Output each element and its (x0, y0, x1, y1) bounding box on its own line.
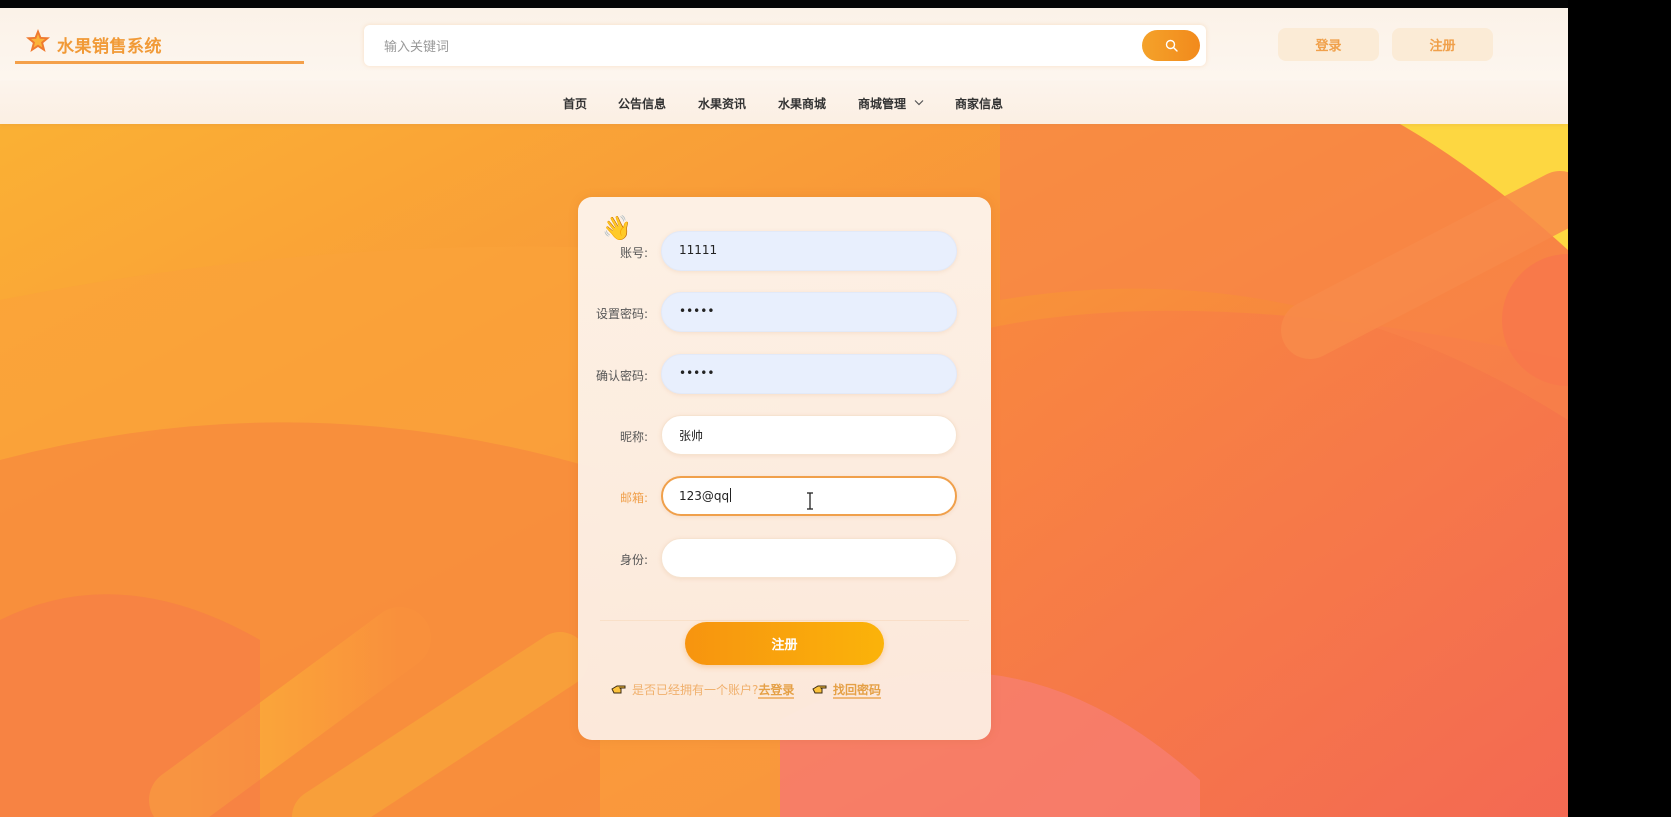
identity-select[interactable] (661, 538, 957, 578)
account-field[interactable]: 11111 (661, 231, 957, 271)
confirm-password-value: ••••• (679, 366, 715, 380)
forgot-password-link[interactable]: 找回密码 (833, 683, 882, 699)
email-field[interactable]: 123@qq (661, 476, 957, 516)
nav-mall-management-label: 商城管理 (858, 97, 907, 111)
email-label: 邮箱: (619, 491, 648, 505)
search-button[interactable] (1142, 30, 1200, 61)
identity-label: 身份: (619, 553, 648, 567)
nav-notices[interactable]: 公告信息 (618, 95, 666, 112)
chevron-down-icon (914, 100, 924, 106)
pointing-hand-icon (611, 685, 626, 694)
password-field[interactable]: ••••• (661, 292, 957, 332)
pointing-hand-icon (812, 685, 827, 694)
search-icon (1165, 39, 1178, 52)
nav-fruit-mall[interactable]: 水果商城 (778, 95, 826, 112)
nav-home[interactable]: 首页 (563, 95, 587, 112)
register-card: 👋 账号: 11111 设置密码: ••••• 确认密码: ••••• 昵称: … (578, 197, 991, 740)
account-label: 账号: (619, 246, 648, 260)
password-value: ••••• (679, 304, 715, 318)
window-top-strip (0, 0, 1568, 8)
site-header: 水果销售系统 登录 注册 (0, 8, 1568, 82)
account-value: 11111 (679, 243, 718, 257)
nav-fruit-news[interactable]: 水果资讯 (698, 95, 746, 112)
site-logo[interactable]: 水果销售系统 (15, 26, 304, 64)
confirm-password-field[interactable]: ••••• (661, 354, 957, 394)
confirm-password-label: 确认密码: (595, 369, 648, 383)
nickname-value: 张帅 (679, 429, 704, 443)
go-login-link[interactable]: 去登录 (758, 683, 795, 699)
have-account-text: 是否已经拥有一个账户? (632, 683, 759, 697)
waving-hand-icon: 👋 (602, 214, 632, 242)
ibeam-cursor-icon (807, 492, 813, 510)
nickname-label: 昵称: (619, 430, 648, 444)
submit-register-button[interactable]: 注册 (685, 622, 884, 665)
login-button[interactable]: 登录 (1278, 28, 1379, 61)
nickname-field[interactable]: 张帅 (661, 415, 957, 455)
email-value-wrap: 123@qq (679, 488, 732, 503)
password-label: 设置密码: (595, 307, 648, 321)
form-footer-links: 是否已经拥有一个账户?去登录 找回密码 (611, 681, 971, 699)
nav-mall-management[interactable]: 商城管理 (858, 95, 924, 112)
search-box (364, 25, 1206, 66)
browser-viewport: 水果销售系统 登录 注册 首页 公告信息 水果资讯 水果商城 商城管理 商家信息 (0, 0, 1568, 817)
search-input[interactable] (382, 35, 1126, 59)
nav-merchant-info[interactable]: 商家信息 (955, 95, 1003, 112)
register-button[interactable]: 注册 (1392, 28, 1493, 61)
star-icon (26, 29, 50, 52)
text-caret (730, 488, 732, 502)
email-value: 123@qq (679, 489, 730, 503)
form-divider (600, 620, 969, 621)
app-title: 水果销售系统 (57, 37, 162, 57)
main-nav: 首页 公告信息 水果资讯 水果商城 商城管理 商家信息 (0, 82, 1568, 124)
